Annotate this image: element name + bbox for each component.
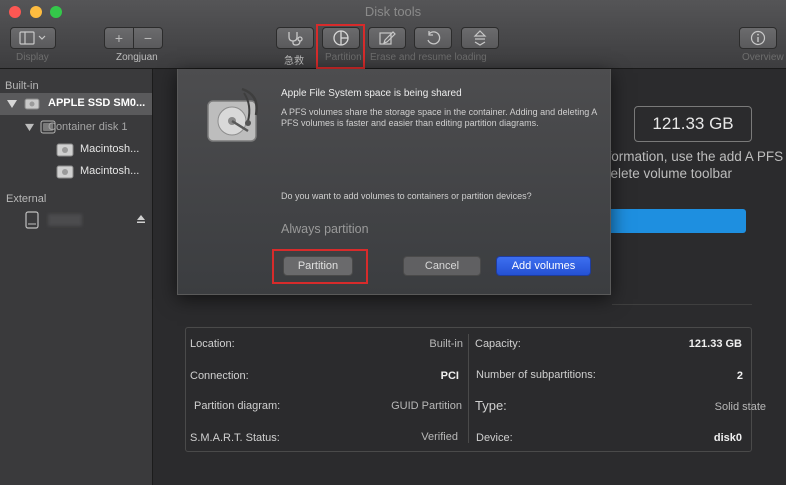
info-button[interactable] [739,27,777,49]
erase-pencil-icon [379,31,396,45]
mount-button[interactable] [461,27,499,49]
internal-disk-icon [24,98,40,110]
display-button[interactable] [10,27,56,49]
sidebar-item-external-disk[interactable] [0,209,152,231]
sidebar-item-volume-2[interactable]: Macintosh... [0,161,152,183]
first-aid-button[interactable] [276,27,314,49]
dialog-title: Apple File System space is being shared [281,88,462,99]
smart-status-value: Verified [421,431,458,443]
first-aid-label: 急救 [284,56,304,67]
volume-disk-icon [56,143,74,157]
partition-diagram-label: Partition diagram: [194,400,281,412]
add-volume-button[interactable]: + [104,27,134,49]
dialog-body: A PFS volumes share the storage space in… [281,107,597,128]
divider [612,304,752,305]
type-label: Type: [475,398,507,413]
disclosure-triangle-icon[interactable] [7,99,17,109]
capacity-value: 121.33 GB [688,338,742,350]
dialog-partition-highlight-box [272,249,368,284]
minus-icon: − [143,30,153,46]
volume-name: Macintosh... [80,143,140,155]
device-value: disk0 [713,432,742,444]
location-label: Location: [190,338,235,350]
always-partition-option[interactable]: Always partition [281,222,369,236]
window-toolbar: Disk tools Display + − Zongjuan 急救 Parti… [0,0,786,69]
sidebar-item-volume-1[interactable]: Macintosh... [0,139,152,161]
dialog-question: Do you want to add volumes to containers… [281,191,532,201]
mount-icon [473,30,487,46]
sidebar: Built-in APPLE SSD SM0... Container disk… [0,69,153,485]
info-divider [468,334,469,443]
device-label: Device: [476,432,513,444]
subpartitions-label: Number of subpartitions: [476,369,596,381]
sidebar-item-container[interactable]: Container disk 1 [0,117,152,137]
dialog-add-volumes-button[interactable]: Add volumes [496,256,591,276]
type-value: Solid state [714,401,766,413]
disclosure-triangle-icon[interactable] [25,123,34,132]
connection-label: Connection: [190,370,249,382]
location-value: Built-in [429,338,463,350]
partition-highlight-box [316,24,365,69]
window-title: Disk tools [364,4,422,19]
disk-info-table: Location: Built-in Connection: PCI Parti… [185,327,766,452]
sidebar-toggle-icon [19,31,46,45]
eject-icon[interactable] [136,214,146,224]
external-disk-icon [25,211,39,229]
capacity-badge: 121.33 GB [634,106,752,142]
subpartitions-value: 2 [736,370,743,382]
dialog-cancel-button[interactable]: Cancel [403,256,481,276]
smart-status-label: S.M.A.R.T. Status: [190,432,280,444]
volume-disk-icon [56,165,74,179]
restore-arrow-icon [427,31,441,45]
zongjuan-label: Zongjuan [116,52,158,63]
restore-button[interactable] [414,27,452,49]
partition-diagram-value: GUID Partition [391,400,462,412]
overview-label: Overview [742,52,784,63]
display-label: Display [16,52,49,63]
external-header: External [6,193,47,205]
stethoscope-icon [288,32,303,46]
disk-utility-icon [207,87,258,142]
usage-bar [600,209,746,233]
erase-button[interactable] [368,27,406,49]
volume-name: Macintosh... [80,165,140,177]
redacted-disk-name [48,214,82,226]
remove-volume-button[interactable]: − [133,27,163,49]
capacity-label: Capacity: [475,338,521,350]
container-name: Container disk 1 [48,121,128,133]
partition-dialog: Apple File System space is being shared … [177,69,611,295]
connection-value: PCI [440,370,459,382]
plus-icon: + [114,30,124,46]
disk-name: APPLE SSD SM0... [48,97,146,109]
builtin-header: Built-in [5,80,39,92]
erase-resume-label: Erase and resume loading [370,52,487,63]
sidebar-item-disk[interactable]: APPLE SSD SM0... [0,93,152,115]
info-icon [750,30,766,46]
